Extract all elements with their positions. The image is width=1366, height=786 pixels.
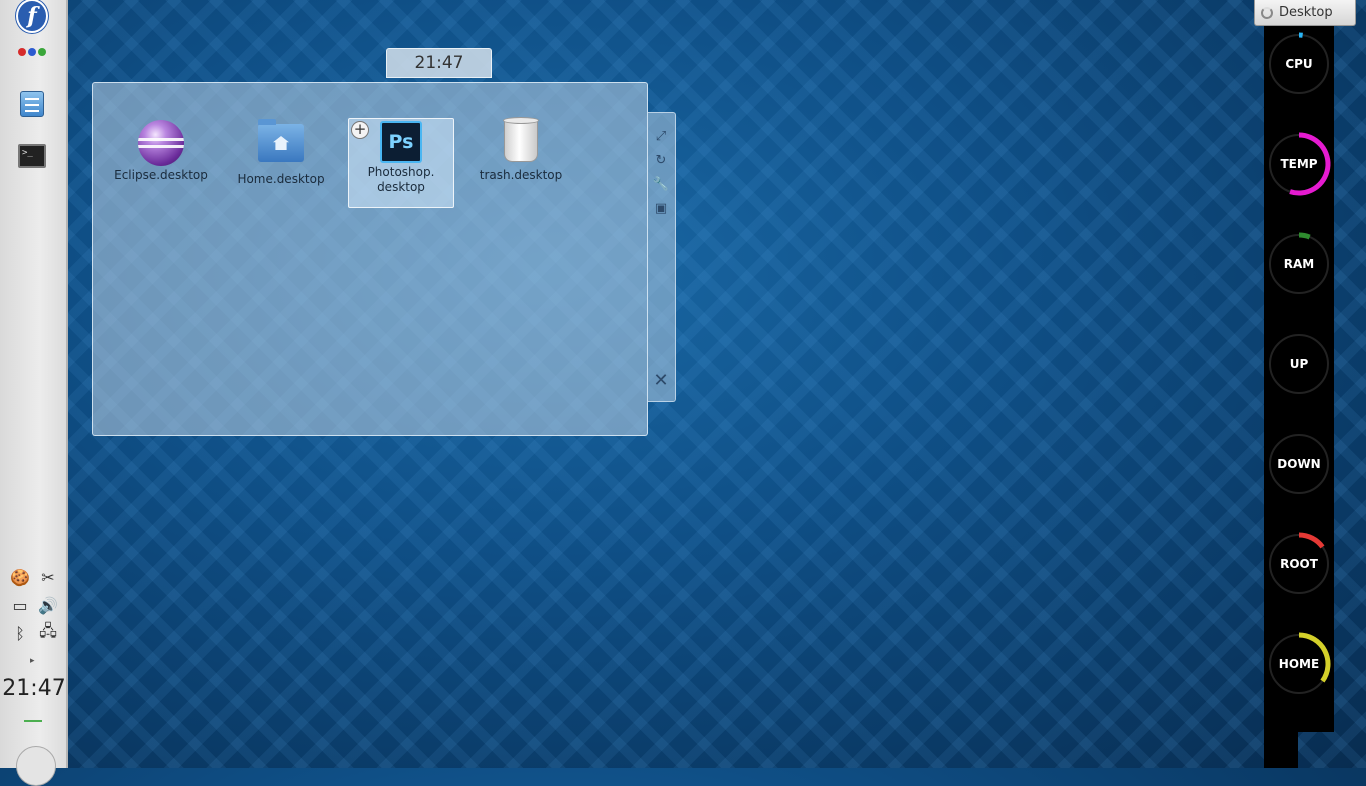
green-dot-icon	[38, 48, 46, 56]
desktop-icon-trash[interactable]: trash.desktop	[468, 117, 574, 206]
file-manager-icon	[20, 91, 44, 117]
activity-icon	[1261, 6, 1273, 19]
gauge-home[interactable]: HOME	[1266, 631, 1332, 697]
gauge-label: HOME	[1278, 657, 1320, 671]
wrench-icon[interactable]: 🔧	[652, 175, 670, 193]
battery-icon[interactable]: ▭	[6, 594, 34, 616]
photoshop-icon: Ps	[380, 121, 422, 163]
settings-icon[interactable]: ▣	[652, 199, 670, 217]
icon-label: trash.desktop	[479, 168, 563, 182]
gauge-up[interactable]: UP	[1266, 331, 1332, 397]
gauge-cpu[interactable]: CPU	[1266, 31, 1332, 97]
resize-icon[interactable]: ⤢	[652, 127, 670, 145]
desktop-icon-eclipse[interactable]: Eclipse.desktop	[108, 118, 214, 206]
icon-label: Eclipse.desktop	[114, 168, 208, 182]
terminal-launcher[interactable]: >_	[16, 140, 48, 172]
terminal-icon: >_	[18, 144, 46, 168]
gauge-ram[interactable]: RAM	[1266, 231, 1332, 297]
blue-dot-icon	[28, 48, 36, 56]
activity-dots[interactable]	[18, 48, 46, 56]
eclipse-icon	[138, 120, 184, 166]
panel-toolbox-button[interactable]	[16, 746, 56, 786]
gauge-label: TEMP	[1280, 157, 1318, 171]
clock-indicator	[24, 720, 42, 722]
bluetooth-icon[interactable]: ᛒ	[6, 622, 34, 644]
fedora-logo-icon: f	[16, 0, 48, 33]
panel-corner	[1264, 730, 1298, 768]
activity-toolbox-button[interactable]: Desktop	[1254, 0, 1356, 26]
activity-label: Desktop	[1279, 5, 1333, 20]
home-folder-icon	[258, 119, 304, 162]
gauge-label: ROOT	[1280, 557, 1318, 571]
volume-icon[interactable]: 🔊	[34, 594, 62, 616]
network-icon[interactable]: 🖧	[34, 621, 62, 644]
file-manager-launcher[interactable]	[16, 88, 48, 120]
red-dot-icon	[18, 48, 26, 56]
folder-view-clock[interactable]: 21:47	[386, 48, 492, 78]
gauge-temp[interactable]: TEMP	[1266, 131, 1332, 197]
rotate-icon[interactable]: ↻	[652, 151, 670, 169]
desktop-icon-photoshop[interactable]: + Ps Photoshop. desktop	[348, 118, 454, 208]
gauge-root[interactable]: ROOT	[1266, 531, 1332, 597]
desktop-icon-home[interactable]: Home.desktop	[228, 118, 334, 206]
add-selection-icon[interactable]: +	[351, 121, 369, 139]
icon-label: Photoshop. desktop	[367, 165, 435, 194]
panel-clock[interactable]: 21:47	[0, 676, 68, 701]
gauge-label: RAM	[1283, 257, 1315, 271]
widget-handle[interactable]: ⤢ ↻ 🔧 ▣ ✕	[648, 112, 676, 402]
tray-expand-arrow-icon[interactable]: ▸	[30, 656, 35, 666]
gauge-label: DOWN	[1277, 457, 1321, 471]
icon-label: Home.desktop	[237, 172, 325, 186]
pidgin-icon[interactable]: 🍪	[6, 566, 34, 588]
scissors-icon[interactable]: ✂	[34, 566, 62, 588]
gauge-label: CPU	[1285, 57, 1313, 71]
left-panel: f >_ 🍪 ✂ ▭ 🔊 ᛒ 🖧 ▸ 21:47	[0, 0, 68, 786]
gauge-down[interactable]: DOWN	[1266, 431, 1332, 497]
trash-icon	[503, 117, 539, 162]
application-launcher-button[interactable]: f	[16, 0, 48, 33]
close-icon[interactable]: ✕	[652, 370, 670, 391]
system-tray: 🍪 ✂ ▭ 🔊 ᛒ 🖧	[6, 566, 62, 644]
gauge-label: UP	[1289, 357, 1309, 371]
